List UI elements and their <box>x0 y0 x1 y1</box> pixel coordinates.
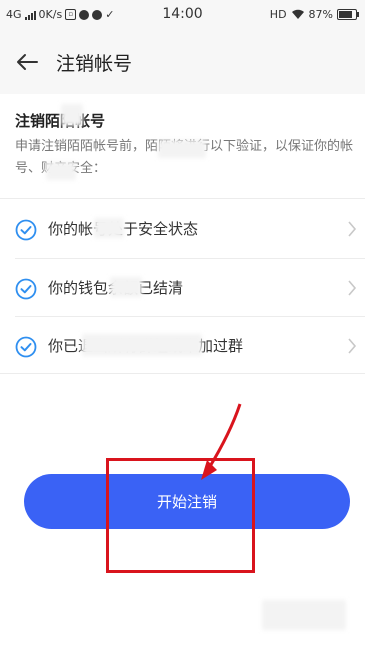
battery-label: 87% <box>308 8 333 21</box>
status-right: HD 87% <box>269 8 359 21</box>
redaction-mask <box>158 140 206 158</box>
check-circle-icon <box>15 278 37 300</box>
check-circle-icon <box>15 336 37 358</box>
hd-label: HD <box>269 8 287 21</box>
redaction-mask <box>61 104 83 126</box>
status-bar: 4G 0K/s ▫ ✓ 14:00 HD 87% <box>0 0 365 30</box>
chevron-right-icon <box>348 221 357 237</box>
arrow-left-icon <box>17 54 38 70</box>
start-cancellation-button[interactable]: 开始注销 <box>24 474 350 529</box>
page-title: 注销帐号 <box>56 53 133 75</box>
redaction-mask <box>82 334 202 356</box>
battery-icon <box>337 9 359 20</box>
redaction-mask <box>262 600 346 630</box>
check-item-account-safe[interactable]: 你的帐号处于安全状态 <box>0 200 365 258</box>
back-button[interactable] <box>10 46 44 78</box>
chevron-right-icon <box>348 338 357 354</box>
redaction-mask <box>46 162 76 180</box>
nav-bar: 注销帐号 <box>0 30 365 94</box>
divider <box>0 373 365 374</box>
check-item-wallet-cleared[interactable]: 你的钱包余额已结清 <box>0 259 365 317</box>
section-title: 注销陌陌帐号 <box>15 112 106 130</box>
annotation-arrow-icon <box>201 403 242 480</box>
redaction-mask <box>94 218 124 238</box>
chevron-right-icon <box>348 280 357 296</box>
wifi-icon <box>291 9 304 19</box>
redaction-mask <box>110 277 142 297</box>
check-circle-icon <box>15 219 37 241</box>
divider <box>0 198 365 199</box>
